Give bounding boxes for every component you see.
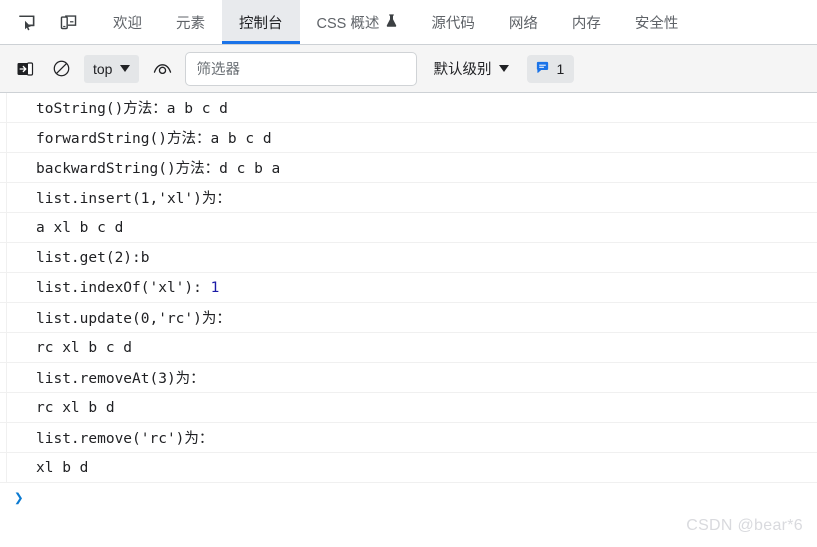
console-row-number: 1: [210, 279, 220, 296]
experiment-flask-icon: [386, 14, 397, 30]
log-level-value: 默认级别: [433, 62, 492, 78]
issues-count: 1: [556, 60, 565, 77]
devtools-tabbar: 欢迎 元素 控制台 CSS 概述 源代码 网络 内存 安全性: [0, 0, 817, 45]
console-row[interactable]: rc xl b d: [0, 393, 817, 423]
console-row-text: list.get(2):b: [36, 249, 150, 266]
chevron-down-icon: [120, 65, 131, 72]
tab-label: 控制台: [239, 15, 283, 32]
prompt-chevron-icon: ❯: [14, 488, 24, 507]
console-row[interactable]: list.update(0,'rc')为：: [0, 303, 817, 333]
console-row[interactable]: a xl b c d: [0, 213, 817, 243]
issues-badge[interactable]: 1: [527, 54, 575, 83]
console-toolbar: top 筛选器 默认级别 1: [0, 45, 817, 93]
devtools-tool-icons: [0, 0, 82, 44]
tab-elements[interactable]: 元素: [159, 0, 222, 44]
console-row-text: list.remove('rc')为：: [36, 431, 214, 447]
console-row-text: list.update(0,'rc')为：: [36, 311, 231, 327]
console-prompt[interactable]: ❯: [0, 483, 817, 513]
console-row[interactable]: backwardString()方法：d c b a: [0, 153, 817, 183]
tab-welcome[interactable]: 欢迎: [96, 0, 159, 44]
console-row[interactable]: list.insert(1,'xl')为：: [0, 183, 817, 213]
chevron-down-icon: [499, 65, 510, 72]
console-row-text: list.indexOf('xl'):: [36, 279, 211, 296]
tab-security[interactable]: 安全性: [618, 0, 696, 44]
console-row[interactable]: list.removeAt(3)为：: [0, 363, 817, 393]
message-bubble-icon: [535, 60, 550, 78]
console-row-text: list.insert(1,'xl')为：: [36, 191, 231, 207]
console-row[interactable]: list.get(2):b: [0, 243, 817, 273]
tab-css-overview[interactable]: CSS 概述: [300, 0, 415, 44]
live-expression-eye-icon[interactable]: [149, 56, 175, 82]
inspect-element-icon[interactable]: [12, 8, 40, 36]
console-row[interactable]: forwardString()方法：a b c d: [0, 123, 817, 153]
console-row-text: forwardString()方法：a b c d: [36, 131, 272, 147]
console-row[interactable]: list.indexOf('xl'): 1: [0, 273, 817, 303]
tab-label: 安全性: [634, 15, 679, 32]
console-row-text: backwardString()方法：d c b a: [36, 161, 281, 177]
console-message-list[interactable]: toString()方法：a b c d forwardString()方法：a…: [0, 93, 817, 547]
console-row-text: list.removeAt(3)为：: [36, 371, 205, 387]
console-row-text: rc xl b c d: [36, 339, 133, 356]
console-row-text: rc xl b d: [36, 399, 115, 416]
tab-label: 网络: [508, 15, 538, 32]
console-row[interactable]: list.remove('rc')为：: [0, 423, 817, 453]
console-row-text: xl b d: [36, 459, 89, 476]
tab-console[interactable]: 控制台: [222, 0, 300, 44]
clear-console-icon[interactable]: [48, 56, 74, 82]
tab-label: 元素: [176, 15, 205, 32]
tab-label: 源代码: [431, 15, 475, 32]
execution-context-select[interactable]: top: [84, 54, 140, 83]
tab-network[interactable]: 网络: [492, 0, 555, 44]
console-row[interactable]: xl b d: [0, 453, 817, 483]
console-filter-placeholder: 筛选器: [196, 62, 240, 78]
device-toolbar-icon[interactable]: [54, 8, 82, 36]
tab-label: 内存: [571, 15, 601, 32]
devtools-tabs: 欢迎 元素 控制台 CSS 概述 源代码 网络 内存 安全性: [96, 0, 817, 44]
console-row[interactable]: toString()方法：a b c d: [0, 93, 817, 123]
execution-context-value: top: [93, 60, 113, 77]
console-sidebar-toggle-icon[interactable]: [12, 56, 38, 82]
log-level-select[interactable]: 默认级别: [433, 58, 510, 79]
tab-label: CSS 概述: [316, 15, 380, 32]
console-row-text: toString()方法：a b c d: [36, 101, 228, 117]
tab-label: 欢迎: [113, 15, 142, 32]
tab-memory[interactable]: 内存: [555, 0, 618, 44]
tab-sources[interactable]: 源代码: [414, 0, 492, 44]
watermark: CSDN @bear*6: [686, 517, 803, 534]
console-row-text: a xl b c d: [36, 219, 124, 236]
console-row[interactable]: rc xl b c d: [0, 333, 817, 363]
console-filter-input[interactable]: 筛选器: [185, 51, 418, 86]
